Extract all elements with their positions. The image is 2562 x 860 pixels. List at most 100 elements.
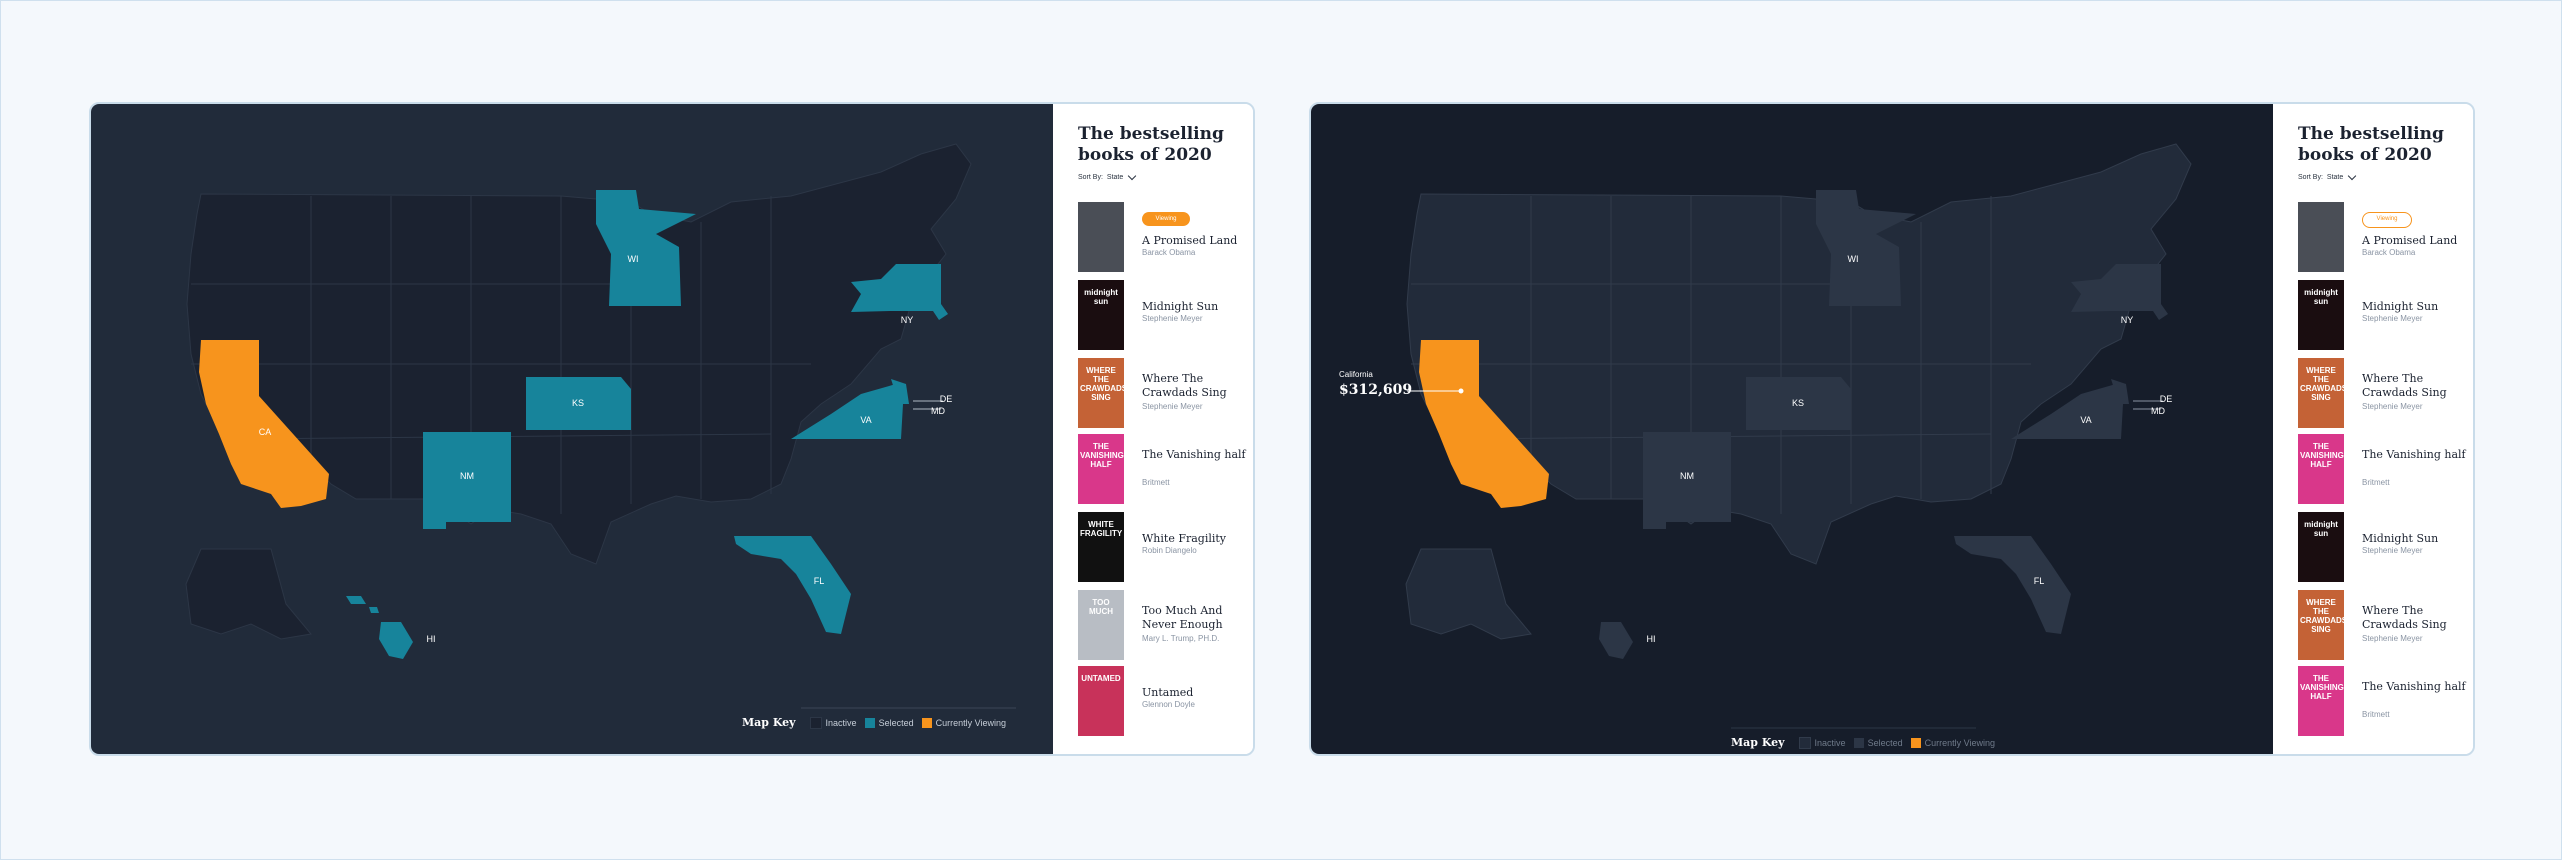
book-cover-image: WHERE THE CRAWDADS SING [2298,590,2344,660]
book-cover-text: midnight sun [2304,288,2338,306]
book-title: Midnight Sun [2362,300,2439,313]
book-list-item[interactable]: WHERE THE CRAWDADS SING Where The Crawdad… [2298,358,2473,430]
book-author: Stephenie Meyer [1142,314,1203,323]
book-list-item[interactable]: THE VANISHING HALF The Vanishing half Brit… [2298,434,2473,506]
label-hi: HI [1647,634,1656,644]
key-inactive-label: Inactive [825,717,857,728]
sidebar-right: The bestselling books of 2020 Sort By: S… [2273,104,2473,754]
book-title: The Vanishing half [2362,680,2466,693]
label-ks: KS [572,398,584,408]
book-cover-text: midnight sun [1084,288,1118,306]
book-title: Untamed [1142,686,1194,699]
book-list-item[interactable]: THE VANISHING HALF The Vanishing half Brit… [2298,666,2473,738]
book-title: The Vanishing half [2362,448,2466,461]
book-author: Barack Obama [2362,248,2416,257]
sort-dropdown[interactable]: Sort By: State [2298,171,2357,181]
book-title: Where The Crawdads Sing [2362,604,2447,631]
book-list-item[interactable]: WHERE THE CRAWDADS SING Where The Crawdad… [2298,590,2473,662]
book-cover-image: WHITE FRAGILITY [1078,512,1124,582]
viewing-badge: Viewing [1142,212,1190,226]
label-va: VA [2080,415,2091,425]
key-viewing: Currently Viewing [1910,737,1995,748]
map-card-right: WI NY KS NM VA DE MD FL HI California $3… [1309,102,2475,756]
map-key-title: Map Key [1731,736,1785,749]
book-cover-image: THE VANISHING HALF [2298,666,2344,736]
state-fl[interactable] [734,536,851,634]
key-selected: Selected [864,717,914,728]
book-title: A Promised Land [1142,234,1238,247]
key-inactive-label: Inactive [1814,737,1846,748]
book-title: White Fragility [1142,532,1227,545]
state-fl[interactable] [1954,536,2071,634]
book-list-item[interactable]: midnight sun Midnight Sun Stephenie Meyer [2298,280,2473,352]
book-cover-text: WHERE THE CRAWDADS SING [1080,366,1124,402]
chevron-down-icon [1128,171,1137,181]
label-fl: FL [2034,576,2045,586]
us-map-dimmed-svg: WI NY KS NM VA DE MD FL HI [1405,143,2192,729]
book-title: The Vanishing half [1142,448,1246,461]
book-title: Where The Crawdads Sing [2362,372,2447,399]
book-author: Britmett [1142,478,1170,487]
key-selected-label: Selected [1867,737,1903,748]
label-wi: WI [1848,254,1859,264]
book-author: Stephenie Meyer [2362,546,2423,555]
book-cover-text: THE VANISHING HALF [2300,674,2344,701]
swatch-viewing [921,717,932,728]
us-map: CA WI NY KS NM VA DE MD FL HI Map Key In… [91,104,1053,754]
book-cover-image [2298,202,2344,272]
swatch-inactive [1798,736,1811,749]
key-viewing: Currently Viewing [921,717,1006,728]
book-list-item[interactable]: UNTAMED Untamed Glennon Doyle [1078,666,1253,738]
key-inactive: Inactive [1798,736,1846,749]
book-cover-image: UNTAMED [1078,666,1124,736]
book-list-item[interactable]: midnight sun Midnight Sun Stephenie Meyer [2298,512,2473,584]
tooltip-value: $312,609 [1339,382,1413,398]
viewing-badge: Viewing [2362,212,2412,228]
book-title: Where The Crawdads Sing [1142,372,1227,399]
state-ak [1405,548,1532,640]
us-map-dimmed: WI NY KS NM VA DE MD FL HI California $3… [1311,104,2273,754]
key-selected-label: Selected [878,717,914,728]
sort-value: State [1106,174,1124,181]
sort-dropdown[interactable]: Sort By: State [1078,171,1137,181]
map-key: Map Key Inactive Selected Currently View… [742,716,1006,729]
book-cover-text: THE VANISHING HALF [1080,442,1124,469]
key-viewing-label: Currently Viewing [935,717,1006,728]
book-list-item[interactable]: midnight sun Midnight Sun Stephenie Meyer [1078,280,1253,352]
label-ny: NY [901,315,914,325]
sort-label: Sort By: [1078,174,1103,181]
swatch-selected [1853,737,1864,748]
label-va: VA [860,415,871,425]
book-list-item[interactable]: WHITE FRAGILITY White Fragility Robin Dian… [1078,512,1253,584]
book-author: Robin Diangelo [1142,546,1197,555]
book-list-item[interactable]: THE VANISHING HALF The Vanishing half Brit… [1078,434,1253,506]
book-cover-text: UNTAMED [1081,674,1121,683]
state-hi[interactable] [1599,622,1633,659]
label-md: MD [2151,406,2165,416]
key-viewing-label: Currently Viewing [1924,737,1995,748]
book-cover-text: WHERE THE CRAWDADS SING [2300,598,2344,634]
key-inactive: Inactive [809,716,857,729]
sort-value: State [2326,174,2344,181]
book-cover-text: midnight sun [2304,520,2338,538]
book-author: Stephenie Meyer [1142,402,1203,411]
state-hi[interactable] [379,622,413,659]
book-list-item[interactable]: Viewing A Promised Land Barack Obama [2298,202,2473,274]
tooltip-state: California [1339,370,1373,379]
book-title: Midnight Sun [1142,300,1219,313]
book-cover-image: midnight sun [1078,280,1124,350]
map-key-title: Map Key [742,716,796,729]
book-list-item[interactable]: WHERE THE CRAWDADS SING Where The Crawdad… [1078,358,1253,430]
sidebar-left: The bestselling books of 2020 Sort By: S… [1053,104,1253,754]
chevron-down-icon [2348,171,2357,181]
book-list-item[interactable]: TOO MUCH Too Much And Never Enough Mary L.… [1078,590,1253,662]
tooltip-dot [1458,388,1464,394]
book-cover-image: TOO MUCH [1078,590,1124,660]
map-card-left: CA WI NY KS NM VA DE MD FL HI Map Key In… [89,102,1255,756]
sidebar-title: The bestselling books of 2020 [1078,124,1224,165]
book-author: Britmett [2362,478,2390,487]
label-nm: NM [460,471,474,481]
book-list-item[interactable]: Viewing A Promised Land Barack Obama [1078,202,1253,274]
book-author: Glennon Doyle [1142,700,1195,709]
label-wi: WI [628,254,639,264]
